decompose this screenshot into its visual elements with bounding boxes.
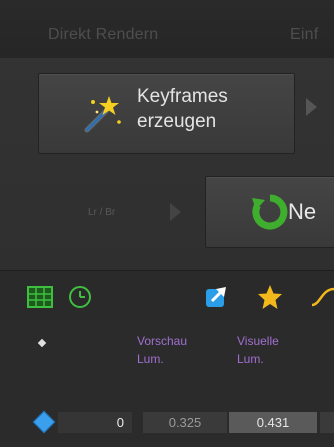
create-keyframes-label: Keyframes erzeugen — [137, 84, 228, 134]
star-icon[interactable] — [256, 283, 284, 311]
tab-einf[interactable]: Einf — [290, 26, 318, 44]
arrow-right-icon — [306, 98, 317, 116]
column-visual-lum[interactable]: Visuelle Lum. — [237, 332, 279, 368]
tab-strip: Direkt Rendern Einf — [0, 0, 334, 59]
export-icon[interactable] — [202, 283, 230, 311]
create-keyframes-button[interactable]: Keyframes erzeugen — [38, 73, 295, 154]
clock-icon[interactable] — [66, 283, 94, 311]
row-index[interactable]: 0 — [58, 412, 132, 433]
refresh-icon — [250, 192, 290, 232]
column-preview-lum-line2: Lum. — [137, 352, 164, 366]
keyframe-column-icon — [37, 338, 47, 348]
create-keyframes-line2: erzeugen — [137, 111, 217, 132]
curve-icon[interactable] — [310, 283, 334, 311]
column-visual-lum-line1: Visuelle — [237, 334, 279, 348]
column-visual-lum-line2: Lum. — [237, 352, 264, 366]
arrow-right-icon — [170, 203, 181, 221]
column-preview-lum[interactable]: Vorschau Lum. — [137, 332, 187, 368]
grid-table-icon[interactable] — [26, 283, 54, 311]
new-button-label: Ne — [288, 199, 317, 224]
lr-br-label: Lr / Br — [88, 207, 116, 218]
visual-lum-cell[interactable]: 0.431 — [229, 412, 317, 433]
magic-wand-icon — [79, 92, 123, 136]
preview-lum-cell[interactable]: 0.325 — [143, 412, 227, 433]
next-cell[interactable] — [320, 412, 334, 433]
create-keyframes-line1: Keyframes — [137, 86, 228, 107]
tab-direkt-rendern[interactable]: Direkt Rendern — [48, 26, 158, 44]
column-preview-lum-line1: Vorschau — [137, 334, 188, 348]
keyframe-diamond-icon[interactable] — [32, 410, 56, 434]
new-button[interactable]: Ne — [205, 176, 334, 248]
